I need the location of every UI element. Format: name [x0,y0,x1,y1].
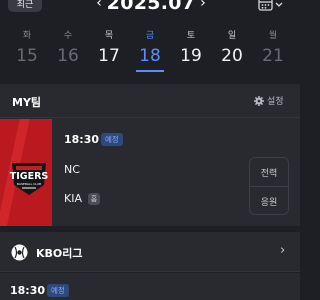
selected-day-indicator [136,70,164,72]
game-time-text: 18:30 [64,133,100,146]
recent-button[interactable]: 최근 [8,0,42,12]
day-number: 20 [221,46,243,66]
settings-button[interactable]: 설정 [254,94,284,107]
team-actions: 전력 응원 [249,157,289,215]
day-of-week: 금 [145,31,155,41]
chevron-left-icon[interactable]: ‹ [92,0,106,11]
day-of-week: 일 [227,31,237,41]
tigers-logo: TIGERS BASEBALL CLUB [4,159,54,197]
league-section-header[interactable]: KBO리그 › [0,232,300,272]
day-of-week: 월 [268,31,278,41]
week-strip: 화 15 수 16 목 17 금 18 토 19 일 20 월 21 [0,30,300,72]
scheduled-badge: 예정 [47,284,69,297]
league-game-time: 18:30 [10,284,46,297]
game-time: 18:30 [64,133,99,146]
day-15[interactable]: 화 15 [9,30,45,72]
logo-subtext: BASEBALL CLUB [17,182,41,186]
day-number: 18 [139,46,161,66]
day-number: 21 [262,46,284,66]
day-number: 17 [98,46,120,66]
calendar-icon[interactable] [258,0,284,12]
day-18-selected[interactable]: 금 18 [132,30,168,72]
day-of-week: 수 [63,31,73,41]
day-19[interactable]: 토 19 [173,30,209,72]
baseball-icon [11,244,28,261]
league-title: KBO리그 [36,247,83,260]
home-team-name: KIA [64,192,82,205]
away-team-row: NC [64,163,80,176]
away-team-name: NC [64,163,80,176]
day-17[interactable]: 목 17 [91,30,127,72]
day-of-week: 화 [22,31,32,41]
date-header: 최근 ‹ 2025.07 › 화 15 수 16 목 17 금 18 토 19 … [0,0,300,84]
league-game-row[interactable]: 18:30 예정 [0,273,300,300]
record-button[interactable]: 전력 [250,158,288,186]
day-of-week: 토 [186,31,196,41]
chevron-right-icon[interactable]: › [196,0,210,11]
day-number: 19 [180,46,202,66]
home-team-row: KIA 홈 [64,192,100,205]
day-20[interactable]: 일 20 [214,30,250,72]
cheer-button[interactable]: 응원 [250,187,288,215]
gear-icon [254,95,264,106]
day-21[interactable]: 월 21 [255,30,291,72]
month-navigator: ‹ 2025.07 › [92,0,210,15]
scheduled-badge: 예정 [101,133,123,146]
my-team-title: MY팀 [12,96,42,109]
my-team-header: MY팀 설정 [0,84,300,118]
day-of-week: 목 [104,31,114,41]
home-badge: 홈 [87,192,100,205]
day-number: 16 [57,46,79,66]
day-16[interactable]: 수 16 [50,30,86,72]
day-number: 15 [16,46,38,66]
logo-text: TIGERS [10,171,49,182]
month-title: 2025.07 [106,0,196,14]
chevron-right-icon: › [280,243,286,258]
settings-label: 설정 [267,97,284,107]
